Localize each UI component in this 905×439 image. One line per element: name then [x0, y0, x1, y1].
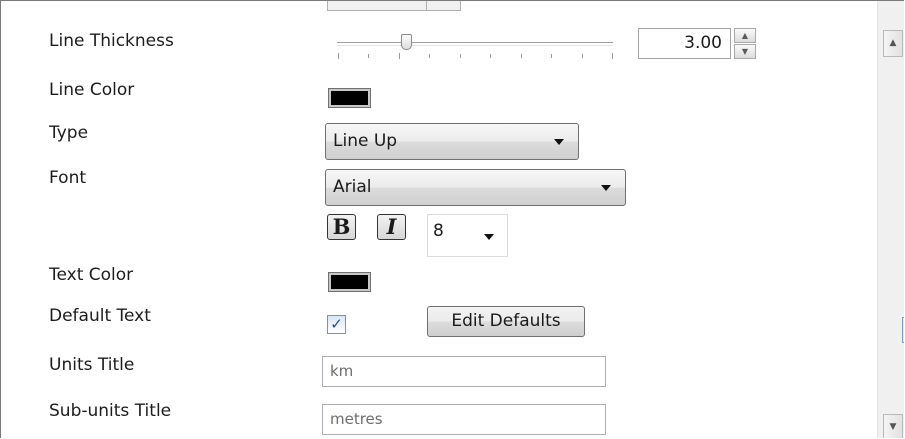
partial-control-above [327, 1, 461, 11]
chevron-down-icon [484, 234, 494, 240]
line-thickness-slider[interactable] [337, 42, 613, 46]
type-dropdown[interactable]: Line Up [325, 123, 579, 160]
scrollbar-thumb[interactable] [902, 317, 904, 343]
default-text-label: Default Text [49, 306, 151, 326]
scroll-down-icon[interactable]: ▼ [883, 414, 903, 438]
down-arrow-icon[interactable]: ▼ [734, 44, 756, 59]
chevron-down-icon [601, 185, 611, 191]
line-thickness-label: Line Thickness [49, 31, 174, 51]
font-dropdown[interactable]: Arial [325, 169, 626, 206]
font-label: Font [49, 168, 87, 188]
slider-tick [368, 54, 369, 58]
font-dropdown-value: Arial [333, 177, 372, 197]
line-color-swatch[interactable] [328, 88, 371, 108]
vertical-scrollbar[interactable]: ▲ ▼ [877, 1, 904, 438]
slider-tick [551, 54, 552, 58]
slider-tick [521, 54, 522, 58]
units-title-input[interactable]: km [322, 356, 606, 387]
italic-button[interactable]: I [377, 214, 406, 240]
text-color-swatch[interactable] [328, 272, 371, 292]
slider-tick [582, 54, 583, 58]
units-title-label: Units Title [49, 355, 135, 375]
line-thickness-spinner: ▲ ▼ [734, 28, 756, 59]
slider-tick [429, 54, 430, 58]
slider-tick [460, 54, 461, 58]
slider-tick [399, 53, 400, 59]
properties-panel: Line Thickness 3.00 ▲ ▼ Line Color Type … [0, 0, 904, 438]
slider-tick [338, 53, 339, 59]
bold-button[interactable]: B [327, 214, 356, 240]
text-color-label: Text Color [49, 265, 134, 285]
type-label: Type [49, 123, 89, 143]
edit-defaults-button[interactable]: Edit Defaults [427, 306, 585, 337]
line-color-label: Line Color [49, 80, 135, 100]
font-size-value: 8 [433, 221, 444, 241]
chevron-down-icon [554, 139, 564, 145]
slider-tick [612, 53, 613, 59]
divider [426, 1, 427, 10]
up-arrow-icon[interactable]: ▲ [734, 28, 756, 43]
slider-thumb[interactable] [401, 34, 412, 50]
subunits-title-input[interactable]: metres [322, 404, 606, 435]
type-dropdown-value: Line Up [333, 131, 398, 151]
slider-tick [490, 54, 491, 58]
default-text-checkbox[interactable]: ✓ [327, 315, 346, 334]
line-thickness-input[interactable]: 3.00 [638, 28, 731, 59]
font-size-dropdown[interactable]: 8 [427, 214, 508, 257]
scroll-up-icon[interactable]: ▲ [883, 30, 903, 57]
subunits-title-label: Sub-units Title [49, 401, 172, 421]
